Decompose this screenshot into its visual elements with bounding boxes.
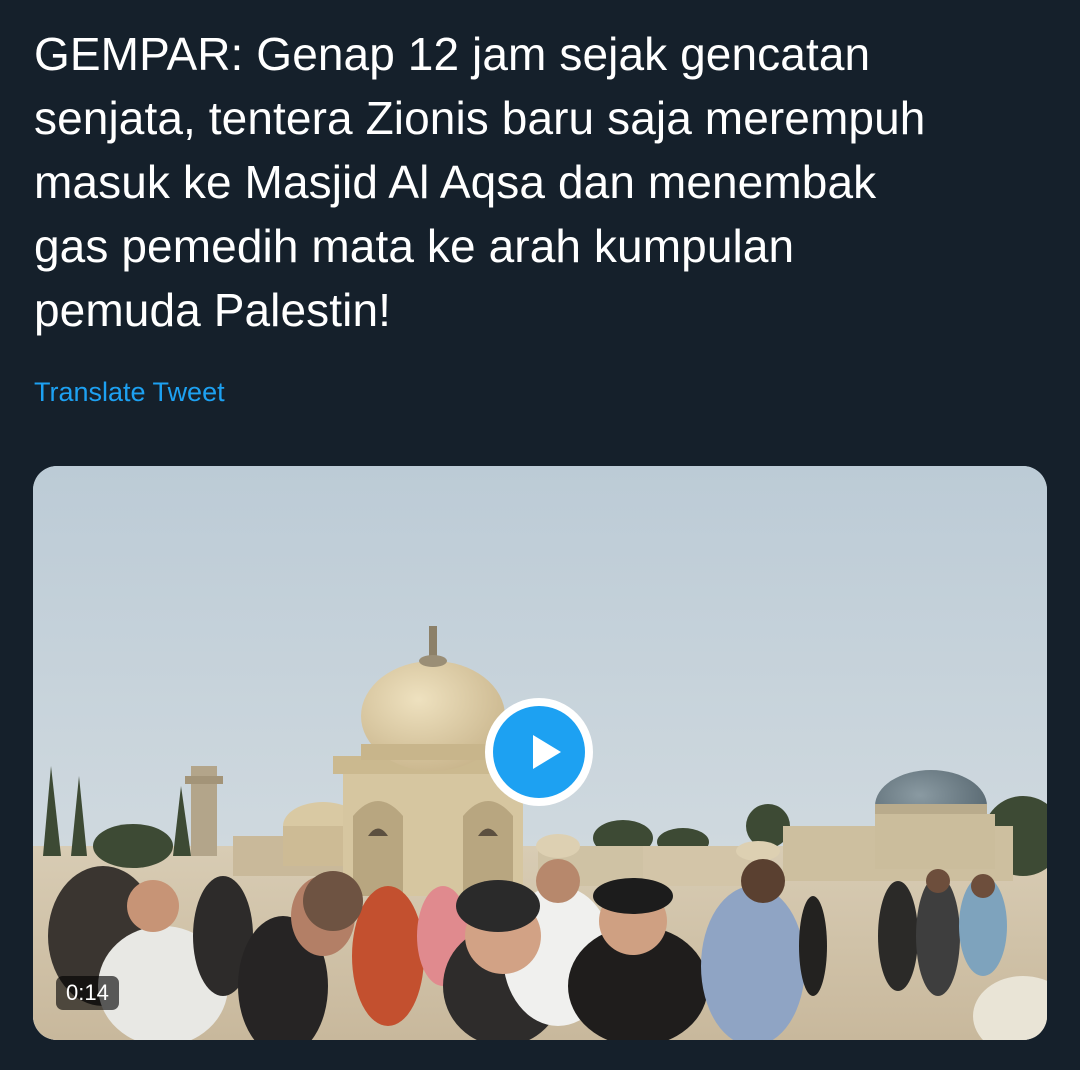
- play-button-circle: [493, 706, 585, 798]
- play-button[interactable]: [485, 698, 593, 806]
- video-duration-badge: 0:14: [56, 976, 119, 1010]
- tweet: GEMPAR: Genap 12 jam sejak gencatan senj…: [0, 0, 1080, 1070]
- play-icon: [533, 735, 561, 769]
- translate-tweet-link[interactable]: Translate Tweet: [34, 374, 225, 410]
- tweet-text: GEMPAR: Genap 12 jam sejak gencatan senj…: [34, 28, 926, 336]
- video-player[interactable]: 0:14: [33, 466, 1047, 1040]
